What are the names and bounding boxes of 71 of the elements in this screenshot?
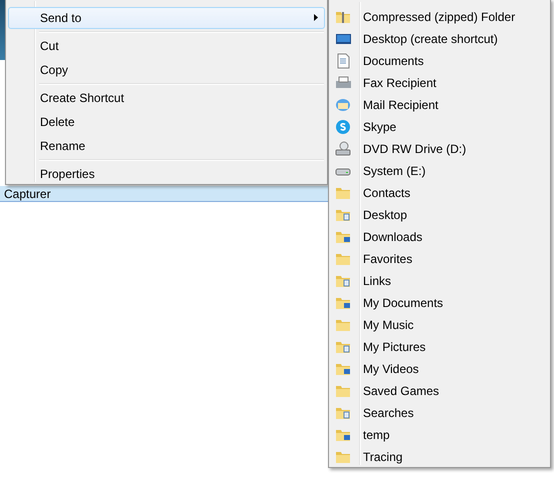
item-label: My Music — [363, 318, 414, 332]
folder-icon — [335, 361, 351, 377]
mail-icon — [335, 97, 351, 113]
item-label: Fax Recipient — [363, 76, 436, 90]
submenu-item[interactable]: Skype — [331, 116, 548, 138]
submenu-item[interactable]: Tracing — [331, 446, 548, 468]
monitor-icon — [335, 31, 351, 47]
item-label: My Documents — [363, 296, 444, 310]
item-label: Downloads — [363, 230, 422, 244]
menu-item[interactable]: Copy — [8, 59, 325, 81]
folder-icon — [335, 207, 351, 223]
zipped-folder-icon — [335, 9, 351, 25]
submenu-item[interactable]: temp — [331, 424, 548, 446]
submenu-item[interactable]: Links — [331, 270, 548, 292]
folder-icon — [335, 185, 351, 201]
submenu-item[interactable]: Saved Games — [331, 380, 548, 402]
folder-icon — [335, 251, 351, 267]
menu-item[interactable]: Delete — [8, 111, 325, 133]
item-label: Contacts — [363, 186, 410, 200]
folder-icon — [335, 229, 351, 245]
submenu-item[interactable]: System (E:) — [331, 160, 548, 182]
folder-icon — [335, 427, 351, 443]
skype-icon — [335, 119, 351, 135]
folder-icon — [335, 383, 351, 399]
item-label: DVD RW Drive (D:) — [363, 142, 466, 156]
item-label: temp — [363, 428, 390, 442]
submenu-item[interactable]: DVD RW Drive (D:) — [331, 138, 548, 160]
folder-icon — [335, 449, 351, 465]
file-name: Capturer — [3, 188, 51, 201]
disc-drive-icon — [335, 141, 351, 157]
submenu-item[interactable]: Mail Recipient — [331, 94, 548, 116]
submenu-item[interactable]: Favorites — [331, 248, 548, 270]
menu-item[interactable]: Cut — [8, 35, 325, 57]
menu-item[interactable]: Rename — [8, 135, 325, 157]
item-label: Desktop — [363, 208, 408, 222]
submenu-item[interactable]: Fax Recipient — [331, 72, 548, 94]
menu-item[interactable]: Create Shortcut — [8, 87, 325, 109]
item-label: My Videos — [363, 362, 419, 376]
submenu-item[interactable]: Desktop — [331, 204, 548, 226]
submenu-item[interactable]: My Pictures — [331, 336, 548, 358]
document-icon — [335, 53, 351, 69]
submenu-item[interactable]: Desktop (create shortcut) — [331, 28, 548, 50]
fax-icon — [335, 75, 351, 91]
folder-icon — [335, 339, 351, 355]
item-label: Links — [363, 274, 392, 288]
submenu-item[interactable]: My Videos — [331, 358, 548, 380]
item-label: Mail Recipient — [363, 98, 438, 112]
menu-item[interactable]: Send to — [8, 7, 325, 29]
item-label: Tracing — [363, 450, 403, 464]
item-label: My Pictures — [363, 340, 426, 354]
item-label: System (E:) — [363, 164, 426, 178]
submenu-item[interactable]: My Music — [331, 314, 548, 336]
item-label: Favorites — [363, 252, 412, 266]
folder-icon — [335, 295, 351, 311]
folder-icon — [335, 405, 351, 421]
submenu-item[interactable]: My Documents — [331, 292, 548, 314]
menu-item[interactable]: Properties — [8, 163, 325, 185]
item-label: Searches — [363, 406, 414, 420]
submenu-item[interactable]: Contacts — [331, 182, 548, 204]
file-row[interactable]: Capturer — [0, 186, 330, 202]
submenu-item[interactable]: Documents — [331, 50, 548, 72]
submenu-item[interactable]: Searches — [331, 402, 548, 424]
item-label: Compressed (zipped) Folder — [363, 10, 516, 24]
item-label: Skype — [363, 120, 396, 134]
submenu-item[interactable]: Downloads — [331, 226, 548, 248]
item-label: Desktop (create shortcut) — [363, 32, 498, 46]
submenu-item[interactable]: Compressed (zipped) Folder — [331, 6, 548, 28]
folder-icon — [335, 317, 351, 333]
folder-icon — [335, 273, 351, 289]
item-label: Saved Games — [363, 384, 440, 398]
item-label: Documents — [363, 54, 424, 68]
